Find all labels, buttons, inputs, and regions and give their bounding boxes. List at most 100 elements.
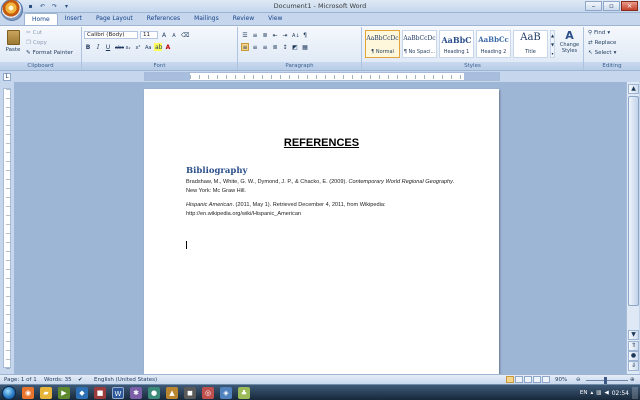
- sort-icon[interactable]: A↓: [291, 31, 300, 39]
- style-heading-2[interactable]: AaBbCc Heading 2: [476, 30, 511, 58]
- format-painter-button[interactable]: ✎ Format Painter: [26, 49, 73, 57]
- tab-references[interactable]: References: [140, 13, 187, 25]
- zoom-slider[interactable]: [586, 380, 628, 381]
- underline-icon[interactable]: U: [104, 43, 112, 51]
- app-icon[interactable]: ◼: [184, 387, 196, 399]
- align-left-icon[interactable]: ≡: [241, 42, 249, 51]
- vertical-ruler[interactable]: [3, 88, 11, 369]
- browse-object-button[interactable]: ●: [628, 351, 639, 361]
- bold-icon[interactable]: B: [84, 43, 92, 51]
- clock[interactable]: 02:54: [612, 390, 629, 397]
- minimize-button[interactable]: –: [585, 1, 602, 11]
- styles-group-label: Styles: [362, 62, 583, 70]
- find-button[interactable]: ⚲ Find ▾: [588, 29, 610, 37]
- decrease-indent-icon[interactable]: ⇤: [271, 31, 279, 39]
- tab-page-layout[interactable]: Page Layout: [89, 13, 140, 25]
- vertical-scrollbar[interactable]: ▲ ▼ ⇑ ● ⇓: [626, 82, 639, 374]
- tab-insert[interactable]: Insert: [58, 13, 89, 25]
- styles-gallery-scroll[interactable]: ▲ ▼ ▾: [550, 30, 555, 58]
- zoom-slider-thumb[interactable]: [604, 377, 607, 384]
- zoom-out-button[interactable]: ⊖: [576, 376, 581, 384]
- italic-icon[interactable]: I: [94, 43, 102, 51]
- language-tray[interactable]: EN: [580, 390, 588, 396]
- select-button[interactable]: ↖ Select ▾: [588, 49, 616, 57]
- clear-formatting-icon[interactable]: ⌫: [180, 31, 189, 39]
- outline-view-button[interactable]: [533, 376, 541, 383]
- start-button[interactable]: [2, 386, 16, 400]
- copy-button[interactable]: ❐ Copy: [26, 39, 47, 47]
- show-desktop-button[interactable]: [632, 387, 638, 399]
- maximize-button[interactable]: ▫: [603, 1, 620, 11]
- line-spacing-icon[interactable]: ↕: [281, 43, 289, 51]
- numbering-icon[interactable]: ≡: [251, 31, 259, 39]
- scroll-up-button[interactable]: ▲: [628, 84, 639, 94]
- paste-button[interactable]: Paste: [3, 29, 23, 61]
- tab-mailings[interactable]: Mailings: [187, 13, 226, 25]
- app-icon[interactable]: ◆: [76, 387, 88, 399]
- browser-icon[interactable]: ◉: [22, 387, 34, 399]
- word-taskbar-icon[interactable]: W: [112, 387, 124, 399]
- font-name-select[interactable]: Calibri (Body): [84, 30, 138, 39]
- change-styles-button[interactable]: A Change Styles: [556, 29, 583, 54]
- zoom-level[interactable]: 90%: [555, 376, 567, 384]
- bullets-icon[interactable]: ☰: [241, 31, 249, 39]
- align-right-icon[interactable]: ≡: [261, 43, 269, 51]
- app-icon[interactable]: ◎: [202, 387, 214, 399]
- app-icon[interactable]: ♣: [238, 387, 250, 399]
- app-icon[interactable]: ■: [94, 387, 106, 399]
- tab-view[interactable]: View: [261, 13, 289, 25]
- multilevel-list-icon[interactable]: ≣: [261, 31, 269, 39]
- tab-home[interactable]: Home: [24, 13, 58, 25]
- app-icon[interactable]: ●: [148, 387, 160, 399]
- font-size-select[interactable]: 11: [140, 30, 158, 39]
- subscript-icon[interactable]: x₂: [124, 43, 132, 51]
- word-count[interactable]: Words: 35: [44, 376, 72, 384]
- borders-icon[interactable]: ▦: [301, 43, 309, 51]
- chevron-down-icon: ▾: [607, 30, 611, 36]
- superscript-icon[interactable]: x²: [134, 43, 142, 51]
- print-layout-view-button[interactable]: [506, 376, 514, 383]
- close-button[interactable]: ×: [621, 1, 638, 11]
- highlight-icon[interactable]: ab: [154, 42, 163, 51]
- replace-button[interactable]: ⇄ Replace: [588, 39, 616, 47]
- scroll-thumb[interactable]: [628, 96, 639, 306]
- app-icon[interactable]: ✱: [130, 387, 142, 399]
- font-color-icon[interactable]: A: [164, 43, 172, 51]
- tab-selector-button[interactable]: L: [3, 73, 11, 81]
- document-page[interactable]: REFERENCES Bibliography Bradshaw, M., Wh…: [144, 89, 499, 374]
- increase-indent-icon[interactable]: ⇥: [281, 31, 289, 39]
- draft-view-button[interactable]: [542, 376, 550, 383]
- next-page-button[interactable]: ⇓: [628, 361, 639, 371]
- media-player-icon[interactable]: ▶: [58, 387, 70, 399]
- justify-icon[interactable]: ≣: [271, 43, 279, 51]
- show-formatting-icon[interactable]: ¶: [301, 31, 309, 39]
- style-normal[interactable]: AaBbCcDc ¶ Normal: [365, 30, 400, 58]
- previous-page-button[interactable]: ⇑: [628, 341, 639, 351]
- style-title[interactable]: AaB Title: [513, 30, 548, 58]
- zoom-in-button[interactable]: ⊕: [630, 376, 635, 384]
- network-icon[interactable]: ▥: [596, 390, 601, 396]
- change-case-icon[interactable]: Aa: [144, 43, 152, 51]
- proofing-icon[interactable]: ✔: [78, 376, 83, 384]
- tray-expand-icon[interactable]: ▴: [591, 390, 594, 396]
- style-no-spacing[interactable]: AaBbCcDc ¶ No Spaci...: [402, 30, 437, 58]
- scroll-down-button[interactable]: ▼: [628, 330, 639, 340]
- app-icon[interactable]: ◈: [220, 387, 232, 399]
- web-layout-button[interactable]: [524, 376, 532, 383]
- align-center-icon[interactable]: ≡: [251, 43, 259, 51]
- app-icon[interactable]: ▲: [166, 387, 178, 399]
- language-indicator[interactable]: English (United States): [94, 376, 157, 384]
- strikethrough-icon[interactable]: abc: [114, 43, 124, 51]
- office-button[interactable]: [1, 0, 23, 21]
- page-count[interactable]: Page: 1 of 1: [4, 376, 37, 384]
- full-screen-reading-button[interactable]: [515, 376, 523, 383]
- tab-review[interactable]: Review: [226, 13, 261, 25]
- volume-icon[interactable]: ◀: [604, 390, 608, 396]
- shading-icon[interactable]: ◩: [291, 43, 299, 51]
- shrink-font-icon[interactable]: A: [170, 31, 178, 39]
- grow-font-icon[interactable]: A: [160, 31, 168, 39]
- cut-button[interactable]: ✂ Cut: [26, 29, 42, 37]
- horizontal-ruler[interactable]: [144, 72, 500, 81]
- folder-icon[interactable]: ▰: [40, 387, 52, 399]
- style-heading-1[interactable]: AaBbC Heading 1: [439, 30, 474, 58]
